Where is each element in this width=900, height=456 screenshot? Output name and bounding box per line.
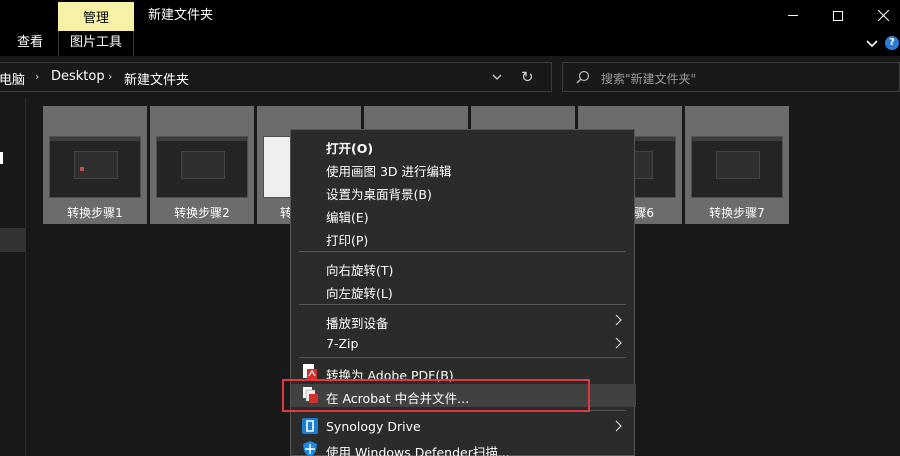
menu-item-label: 播放到设备: [326, 316, 389, 331]
submenu-arrow-icon: [615, 420, 622, 432]
breadcrumb-this-pc[interactable]: 电脑: [0, 69, 25, 88]
file-tile[interactable]: 转换步骤2: [150, 106, 254, 224]
menu-item-label: 使用 Windows Defender扫描...: [326, 445, 510, 456]
menu-item-label: 7-Zip: [326, 336, 359, 351]
refresh-icon[interactable]: ↻: [521, 68, 534, 86]
image-thumbnail: [49, 136, 141, 198]
image-thumbnail: [691, 136, 783, 198]
breadcrumb-separator-icon[interactable]: ›: [35, 70, 39, 83]
search-input[interactable]: 搜索"新建文件夹": [601, 70, 696, 87]
menu-item-edit[interactable]: 编辑(E): [291, 203, 636, 226]
search-box[interactable]: 搜索"新建文件夹": [562, 62, 900, 92]
close-button[interactable]: [860, 0, 900, 31]
menu-item-label: Synology Drive: [326, 419, 421, 434]
menu-item-label: 向右旋转(T): [326, 263, 394, 278]
menu-item-paint3d[interactable]: 使用画图 3D 进行编辑: [291, 157, 636, 180]
menu-item-7zip[interactable]: 7-Zip: [291, 332, 636, 355]
menu-separator: [299, 357, 626, 358]
menu-item-rotate-left[interactable]: 向左旋转(L): [291, 279, 636, 302]
file-name: 转换步骤2: [174, 206, 230, 220]
search-icon: [576, 70, 590, 84]
synology-drive-icon: [302, 418, 318, 434]
menu-item-label: 设置为桌面背景(B): [326, 187, 432, 202]
address-history-chevron-icon[interactable]: [491, 71, 503, 83]
maximize-button[interactable]: [815, 0, 861, 31]
ribbon-expand-chevron-icon[interactable]: [864, 35, 880, 51]
minimize-button[interactable]: [770, 0, 816, 31]
address-bar[interactable]: 电脑 › Desktop › 新建文件夹 ↻: [0, 62, 552, 92]
navigation-pane: [0, 98, 26, 456]
highlight-annotation-box: [282, 379, 590, 412]
menu-item-synology-drive[interactable]: Synology Drive: [291, 415, 636, 438]
menu-item-rotate-right[interactable]: 向右旋转(T): [291, 256, 636, 279]
menu-item-label: 打开(O): [326, 141, 374, 156]
menu-item-label: 向左旋转(L): [326, 286, 393, 301]
menu-item-label: 打印(P): [326, 233, 369, 248]
maximize-icon: [833, 10, 843, 21]
windows-defender-shield-icon: [303, 441, 317, 456]
nav-selected-item[interactable]: [0, 228, 26, 252]
submenu-arrow-icon: [615, 314, 622, 326]
submenu-arrow-icon: [615, 337, 622, 349]
help-icon[interactable]: ?: [885, 36, 899, 50]
file-tile[interactable]: 转换步骤1: [43, 106, 147, 224]
breadcrumb-separator-icon[interactable]: ›: [108, 70, 112, 83]
window-title: 新建文件夹: [148, 8, 214, 23]
breadcrumb-new-folder[interactable]: 新建文件夹: [124, 69, 189, 88]
menu-separator: [299, 251, 626, 252]
menu-item-label: 编辑(E): [326, 210, 369, 225]
menu-item-print[interactable]: 打印(P): [291, 226, 636, 249]
address-row: 电脑 › Desktop › 新建文件夹 ↻ 搜索"新建文件夹": [0, 56, 900, 98]
menu-separator: [299, 304, 626, 305]
tab-view[interactable]: 查看: [17, 31, 43, 56]
menu-item-set-background[interactable]: 设置为桌面背景(B): [291, 180, 636, 203]
nav-expand-marker[interactable]: [0, 152, 3, 164]
tab-picture-tools[interactable]: 图片工具: [58, 31, 134, 56]
menu-item-open[interactable]: 打开(O): [291, 134, 636, 157]
menu-item-label: 使用画图 3D 进行编辑: [326, 164, 452, 179]
file-tile[interactable]: 转换步骤7: [685, 106, 789, 224]
ribbon: 查看 图片工具 ?: [0, 31, 900, 56]
breadcrumb-desktop[interactable]: Desktop: [51, 69, 105, 84]
manage-context-tab[interactable]: 管理: [58, 2, 134, 31]
minimize-icon: [788, 15, 798, 16]
close-icon: [877, 10, 889, 21]
file-name: 转换步骤7: [709, 206, 765, 220]
file-name: 转换步骤1: [67, 206, 123, 220]
image-thumbnail: [156, 136, 248, 198]
menu-item-cast-to-device[interactable]: 播放到设备: [291, 309, 636, 332]
title-bar: 管理 新建文件夹: [0, 0, 900, 31]
menu-item-defender-scan[interactable]: 使用 Windows Defender扫描...: [291, 438, 636, 456]
